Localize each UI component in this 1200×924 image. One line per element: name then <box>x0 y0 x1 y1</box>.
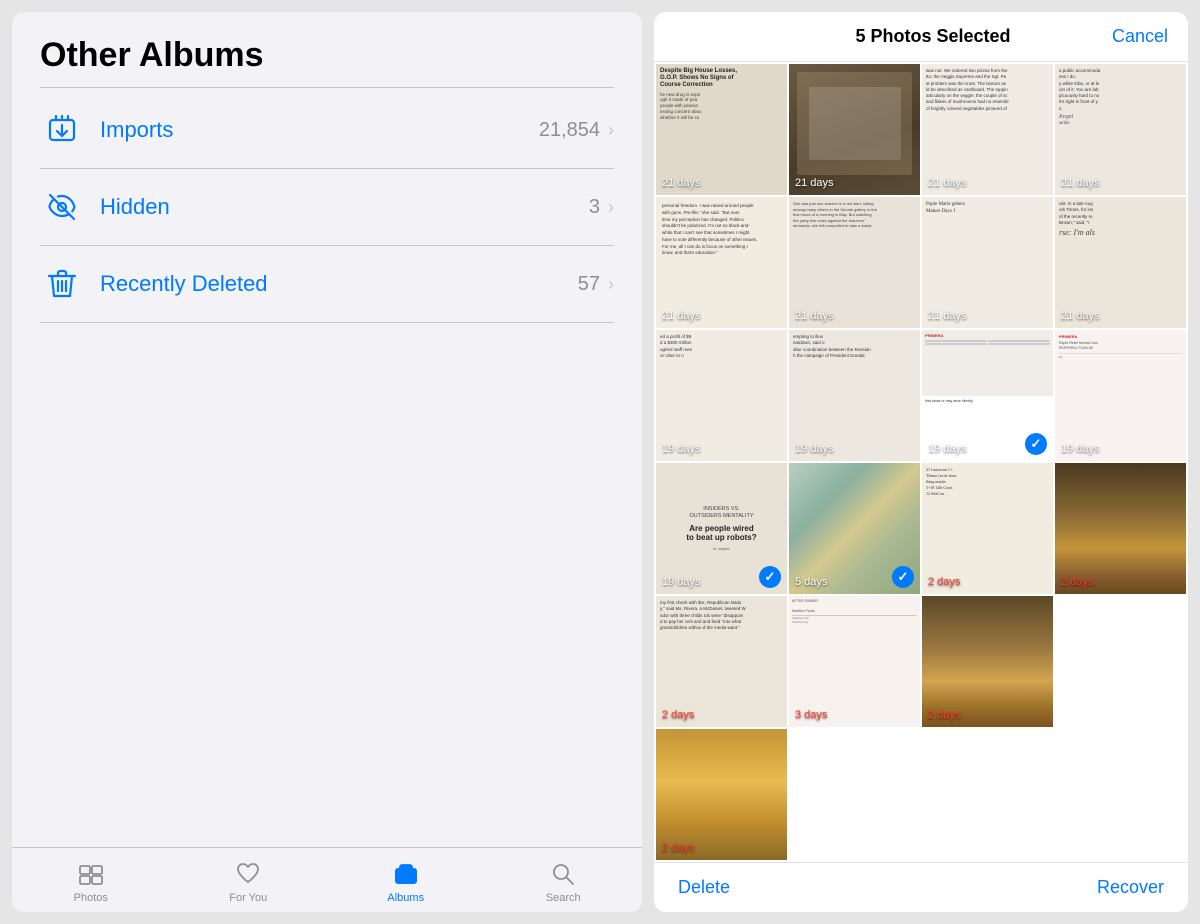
photo-age-13: 19 days <box>662 576 701 588</box>
photo-age-5: 21 days <box>662 310 701 322</box>
delete-button[interactable]: Delete <box>678 877 730 898</box>
photo-cell-1[interactable]: Despite Big House Losses,G.O.P. Shows No… <box>656 64 787 195</box>
photo-age-4: 21 days <box>1061 177 1100 189</box>
imports-count: 21,854 <box>539 119 600 142</box>
select-badge-11 <box>1025 433 1047 455</box>
photo-age-20: 2 days <box>662 842 694 854</box>
album-item-imports[interactable]: Imports 21,854 › <box>40 92 614 169</box>
photo-cell-18[interactable]: AFTER DINNERNutrition Facts Calories 110… <box>789 596 920 727</box>
imports-chevron: › <box>608 120 614 141</box>
photo-cell-5[interactable]: personal freedom. I was raised around pe… <box>656 197 787 328</box>
photo-age-8: 21 days <box>1061 310 1100 322</box>
album-item-hidden[interactable]: Hidden 3 › <box>40 169 614 246</box>
photo-cell-20[interactable]: 2 days <box>656 729 787 860</box>
page-title: Other Albums <box>40 36 614 75</box>
photo-age-2: 21 days <box>795 177 834 189</box>
photo-cell-7[interactable]: Puple Marle gebersMature Days 1 21 days <box>922 197 1053 328</box>
photo-age-12: 19 days <box>1061 443 1100 455</box>
imports-label: Imports <box>100 117 539 143</box>
photo-age-1: 21 days <box>662 177 701 189</box>
photos-tab-label: Photos <box>74 892 108 904</box>
photo-age-16: 2 days <box>1061 576 1093 588</box>
selection-title: 5 Photos Selected <box>754 26 1112 47</box>
photo-cell-10[interactable]: empting to illusnutdown, said oditor coo… <box>789 330 920 461</box>
photo-age-11: 19 days <box>928 443 967 455</box>
tab-for-you[interactable]: For You <box>170 856 328 908</box>
photo-cell-15[interactable]: 21 Lamerons C+Theme (write fromthing may… <box>922 463 1053 594</box>
album-item-recently-deleted[interactable]: Recently Deleted 57 › <box>40 246 614 323</box>
photo-age-17: 2 days <box>662 709 694 721</box>
photo-cell-9[interactable]: ed a profit of $9.d a $300 millionughed … <box>656 330 787 461</box>
tab-search[interactable]: Search <box>485 856 643 908</box>
albums-tab-icon <box>392 860 420 888</box>
photo-cell-13[interactable]: INSIDERS VS.OUTSIDERS MENTALITY Are peop… <box>656 463 787 594</box>
photos-tab-icon <box>77 860 105 888</box>
photo-cell-2[interactable]: 21 days <box>789 64 920 195</box>
tab-albums[interactable]: Albums <box>327 856 485 908</box>
right-panel: 5 Photos Selected Cancel Despite Big Hou… <box>654 12 1188 912</box>
for-you-tab-label: For You <box>229 892 267 904</box>
right-bottom-bar: Delete Recover <box>654 862 1188 912</box>
right-header: 5 Photos Selected Cancel <box>654 12 1188 62</box>
photo-age-10: 19 days <box>795 443 834 455</box>
photo-cell-19[interactable]: 2 days <box>922 596 1053 727</box>
left-panel: Other Albums Imports 21,854 › <box>12 12 642 912</box>
photo-age-15: 2 days <box>928 576 960 588</box>
select-badge-13 <box>759 566 781 588</box>
recently-deleted-chevron: › <box>608 274 614 295</box>
photo-cell-17[interactable]: my first check with $re, Republican Nati… <box>656 596 787 727</box>
photo-age-6: 21 days <box>795 310 834 322</box>
album-list: Imports 21,854 › Hidden 3 › <box>40 92 614 323</box>
hidden-label: Hidden <box>100 194 589 220</box>
search-tab-icon <box>549 860 577 888</box>
photo-cell-6[interactable]: She was just one teacher in a red skirt,… <box>789 197 920 328</box>
photo-cell-16[interactable]: 2 days <box>1055 463 1186 594</box>
divider <box>40 87 614 88</box>
hidden-chevron: › <box>608 197 614 218</box>
photo-age-14: 5 days <box>795 576 827 588</box>
tab-bar: Photos For You Albums <box>12 847 642 912</box>
recently-deleted-label: Recently Deleted <box>100 271 578 297</box>
photo-grid: Despite Big House Losses,G.O.P. Shows No… <box>654 62 1188 862</box>
albums-tab-label: Albums <box>387 892 424 904</box>
hidden-icon <box>40 185 84 229</box>
select-badge-14 <box>892 566 914 588</box>
cancel-button[interactable]: Cancel <box>1112 26 1168 47</box>
recover-button[interactable]: Recover <box>1097 877 1164 898</box>
recently-deleted-count: 57 <box>578 273 600 296</box>
photo-cell-8[interactable]: ubt. In a late Augork Times, for insof t… <box>1055 197 1186 328</box>
search-tab-label: Search <box>546 892 581 904</box>
photo-cell-12[interactable]: PRIMERA Rapid Relief Mental CareREFERRAL… <box>1055 330 1186 461</box>
hidden-count: 3 <box>589 196 600 219</box>
photo-age-9: 19 days <box>662 443 701 455</box>
photo-age-3: 21 days <box>928 177 967 189</box>
import-icon <box>40 108 84 152</box>
photo-cell-4[interactable]: a public accommodaess I do.y white tribe… <box>1055 64 1186 195</box>
tab-photos[interactable]: Photos <box>12 856 170 908</box>
for-you-tab-icon <box>234 860 262 888</box>
photo-age-7: 21 days <box>928 310 967 322</box>
photo-cell-3[interactable]: was not. We ordered two pizzas from thet… <box>922 64 1053 195</box>
photo-cell-14[interactable]: 5 days <box>789 463 920 594</box>
photo-cell-11[interactable]: PRIMERA that arose or may arise directly… <box>922 330 1053 461</box>
trash-icon <box>40 262 84 306</box>
photo-age-18: 3 days <box>795 709 827 721</box>
photo-age-19: 2 days <box>928 709 960 721</box>
